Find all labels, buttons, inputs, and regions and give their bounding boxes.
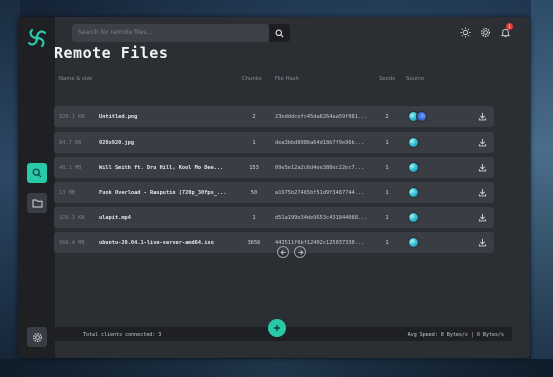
- seed-count: 1: [385, 215, 389, 221]
- download-button[interactable]: [477, 212, 488, 223]
- header-seeds: Seeds: [379, 76, 396, 82]
- desktop-wallpaper-right: [531, 0, 553, 377]
- file-hash: d51a199e34de9653c431844088...: [275, 215, 368, 221]
- file-name: Will Smith ft. Dru Hill, Kool Mo Dee...: [99, 165, 224, 171]
- folder-icon: [32, 199, 42, 208]
- notification-badge: 1: [506, 23, 513, 30]
- seed-count: 1: [385, 190, 389, 196]
- download-button[interactable]: [477, 187, 488, 198]
- sidebar-folder-button[interactable]: [27, 193, 47, 213]
- file-size: 13 MB: [59, 190, 75, 196]
- file-name: Untitled.png: [99, 114, 138, 120]
- file-size: 320.3 KB: [59, 215, 85, 221]
- add-file-button[interactable]: [268, 319, 286, 337]
- theme-toggle-button[interactable]: [459, 26, 471, 38]
- chunk-count: 153: [249, 165, 259, 171]
- clients-connected: Total clients connected: 3: [83, 332, 162, 338]
- table-row[interactable]: 13 MB Funk Overload - Rasputin (720p_30fp…: [54, 182, 494, 203]
- notifications-button[interactable]: 1: [499, 23, 513, 38]
- app-logo-icon: [27, 28, 47, 48]
- next-page-button[interactable]: [294, 246, 306, 258]
- source-avatar[interactable]: [408, 237, 419, 248]
- file-hash: 09e5e12a2c6d4ee380ec22ec7...: [275, 165, 365, 171]
- sidebar: [18, 17, 55, 358]
- table-row[interactable]: 84.7 KB 920x920.jpg 1 dea3bbd8986a64d18b7f9…: [54, 132, 494, 153]
- header-name-size: Name & size: [59, 76, 93, 82]
- gear-icon: [32, 332, 42, 342]
- table-header: Name & size Chunks File Hash Seeds Sourc…: [54, 76, 494, 86]
- search-icon: [275, 29, 284, 37]
- file-name: ubuntu-20.04.1-live-server-amd64.iso: [99, 240, 214, 246]
- download-button[interactable]: [477, 237, 488, 248]
- download-icon: [478, 112, 487, 121]
- previous-page-button[interactable]: [277, 246, 289, 258]
- file-hash: a1975b27465bf51d9f3487744...: [275, 190, 365, 196]
- source-avatar[interactable]: [408, 137, 419, 148]
- sidebar-settings-button[interactable]: [27, 327, 47, 347]
- seed-count: 1: [385, 165, 389, 171]
- chunk-count: 3656: [247, 240, 261, 246]
- chunk-count: 1: [252, 140, 256, 146]
- download-button[interactable]: [477, 111, 488, 122]
- search-submit-button[interactable]: [269, 24, 290, 42]
- settings-button[interactable]: [479, 26, 491, 38]
- download-icon: [478, 213, 487, 222]
- page-title: Remote Files: [54, 44, 169, 62]
- header-file-hash: File Hash: [275, 76, 299, 82]
- chunk-count: 1: [252, 215, 256, 221]
- table-row[interactable]: 966.4 MB ubuntu-20.04.1-live-server-amd64…: [54, 232, 494, 253]
- chunk-count: 2: [252, 114, 256, 120]
- search-input[interactable]: Search for remote files...: [72, 24, 269, 42]
- download-button[interactable]: [477, 162, 488, 173]
- arrow-left-icon: [280, 249, 286, 255]
- file-size: 920.1 KB: [59, 114, 85, 120]
- file-hash: 23edddcefc45da6264aa59f081...: [275, 114, 368, 120]
- seed-count: 1: [385, 140, 389, 146]
- gear-icon: [480, 27, 490, 37]
- sidebar-search-button[interactable]: [27, 163, 47, 183]
- sun-icon: [459, 26, 471, 38]
- file-name: ulapit.mp4: [99, 215, 131, 221]
- table-row[interactable]: 920.1 KB Untitled.png 2 23edddcefc45da6264a…: [54, 106, 494, 127]
- header-source: Source: [406, 76, 425, 82]
- file-hash: dea3bbd8986a64d18b7f9e96b...: [275, 140, 365, 146]
- table-row[interactable]: 46.1 MB Will Smith ft. Dru Hill, Kool Mo …: [54, 157, 494, 178]
- file-name: Funk Overload - Rasputin (720p_30fps_...: [99, 190, 227, 196]
- download-icon: [478, 238, 487, 247]
- source-avatar[interactable]: [408, 212, 419, 223]
- search-icon: [32, 168, 42, 178]
- seed-count: 1: [385, 240, 389, 246]
- seed-count: 2: [385, 114, 389, 120]
- arrow-right-icon: [297, 249, 303, 255]
- download-button[interactable]: [477, 137, 488, 148]
- avg-speed: Avg Speed: 0 Bytes/s | 0 Bytes/s: [407, 332, 504, 338]
- download-icon: [478, 163, 487, 172]
- source-avatar[interactable]: [408, 162, 419, 173]
- file-size: 46.1 MB: [59, 165, 82, 171]
- header-chunks: Chunks: [242, 76, 262, 82]
- desktop-wallpaper-left: [0, 0, 20, 377]
- source-avatar[interactable]: [408, 187, 419, 198]
- download-icon: [478, 138, 487, 147]
- plus-icon: [274, 325, 280, 331]
- file-size: 84.7 KB: [59, 140, 82, 146]
- file-hash: 443511f6bf12402c125037330...: [275, 240, 365, 246]
- source-avatar[interactable]: [416, 111, 427, 122]
- chunk-count: 50: [250, 190, 258, 196]
- download-icon: [478, 188, 487, 197]
- file-name: 920x920.jpg: [99, 140, 135, 146]
- file-size: 966.4 MB: [59, 240, 85, 246]
- table-row[interactable]: 320.3 KB ulapit.mp4 1 d51a199e34de9653c4318…: [54, 207, 494, 228]
- desktop-wallpaper-bottom: [0, 359, 553, 377]
